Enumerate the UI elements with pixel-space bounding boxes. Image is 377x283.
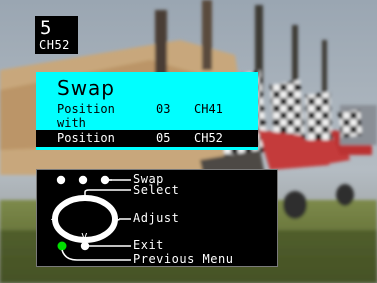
select-key-label: Select	[133, 183, 180, 197]
swap-key-icon	[100, 175, 110, 185]
channel-indicator: 5 CH52	[35, 16, 78, 54]
swap-menu: Swap Position 03 CH41 with Position 05 C…	[36, 72, 258, 150]
remote-key-legend: ^ v - + Swap Select Adjust Exit Previous…	[36, 169, 278, 267]
channel-number: 5	[40, 17, 52, 39]
exit-key-label: Exit	[133, 238, 164, 252]
swap-connector: with	[36, 115, 258, 131]
channel-label: CH52	[39, 38, 70, 52]
previous-menu-key-label: Previous Menu	[133, 252, 234, 266]
swap-key-icon	[56, 175, 66, 185]
swap-key-icon	[78, 175, 88, 185]
position-label: Position	[57, 131, 115, 145]
svg-text:-: -	[49, 212, 57, 227]
position-channel: CH52	[194, 131, 223, 145]
green-key-icon	[57, 241, 67, 251]
position-number: 05	[156, 131, 171, 145]
nav-ring-icon: ^ v - +	[49, 195, 120, 243]
tv-screen: 5 CH52 Swap Position 03 CH41 with Positi…	[0, 0, 377, 283]
adjust-key-label: Adjust	[133, 211, 180, 225]
exit-key-icon	[80, 241, 90, 251]
svg-text:v: v	[81, 229, 88, 242]
swap-position-row-2-selected[interactable]: Position 05 CH52	[36, 130, 258, 147]
swap-menu-title: Swap	[57, 76, 116, 100]
with-label: with	[57, 116, 86, 130]
svg-text:+: +	[112, 213, 120, 228]
